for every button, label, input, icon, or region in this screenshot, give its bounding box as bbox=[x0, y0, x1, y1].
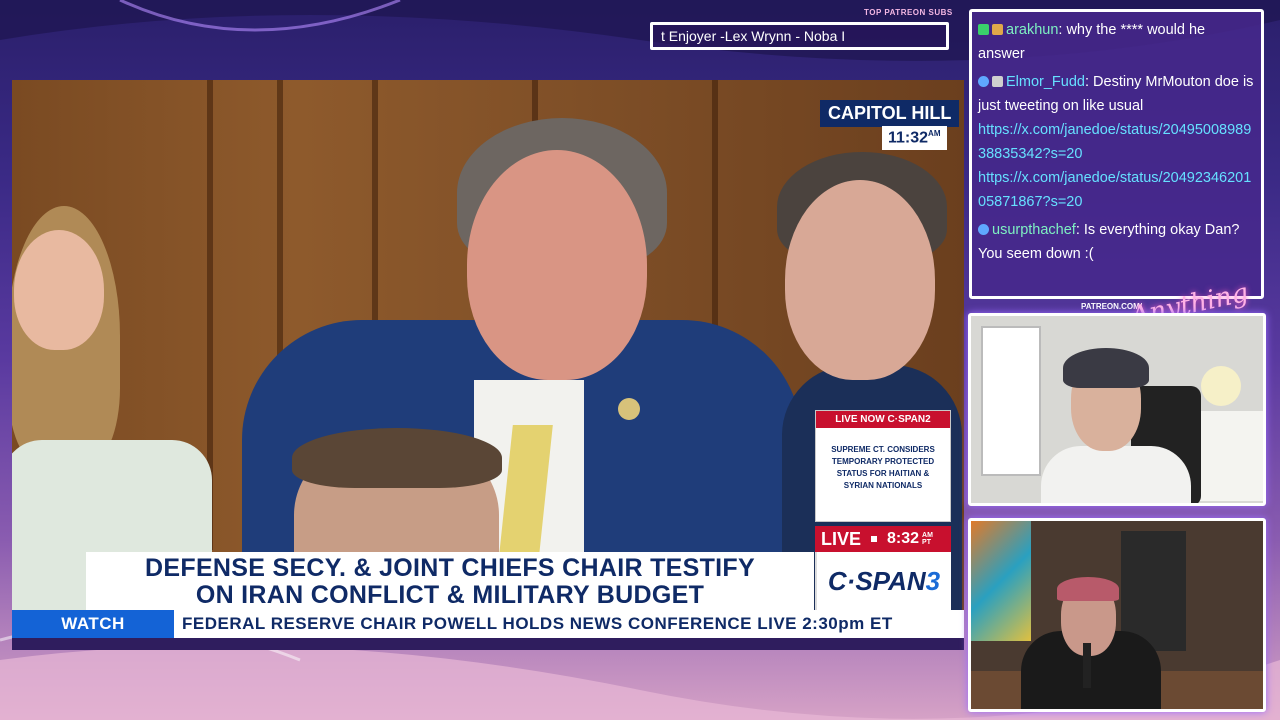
live-timezone: AM PT bbox=[922, 532, 933, 546]
live-time: 8:32 bbox=[887, 530, 920, 547]
chat-message: Elmor_Fudd: Destiny MrMouton doe is just… bbox=[978, 70, 1255, 214]
live-label: LIVE bbox=[821, 528, 862, 549]
chat-message: usurpthachef: Is everything okay Dan? Yo… bbox=[978, 218, 1255, 266]
mural bbox=[971, 521, 1031, 641]
webcam-host bbox=[968, 313, 1266, 506]
door bbox=[981, 326, 1041, 476]
sub-badge-icon bbox=[992, 24, 1003, 35]
broadcast-video: CAPITOL HILL 11:32AM LIVE NOW C·SPAN2 SU… bbox=[12, 80, 964, 650]
cap-icon bbox=[1057, 577, 1119, 601]
live-now-text: SUPREME CT. CONSIDERS TEMPORARY PROTECTE… bbox=[831, 445, 935, 490]
prime-badge-icon bbox=[978, 76, 989, 87]
chat-link[interactable]: https://x.com/janedoe/status/20495008989… bbox=[978, 118, 1255, 166]
mod-badge-icon bbox=[978, 24, 989, 35]
chat-link[interactable]: https://x.com/janedoe/status/20492346201… bbox=[978, 166, 1255, 214]
headline-line2: ON IRAN CONFLICT & MILITARY BUDGET bbox=[195, 581, 705, 609]
host-body bbox=[1041, 446, 1191, 503]
chat-panel: arakhun: why the **** would he answer El… bbox=[969, 9, 1264, 299]
local-time: 11:32AM bbox=[882, 126, 947, 151]
live-indicator: LIVE 8:32 AM PT bbox=[815, 526, 951, 552]
live-now-panel: LIVE NOW C·SPAN2 SUPREME CT. CONSIDERS T… bbox=[815, 410, 951, 522]
patreon-ticker: t Enjoyer -Lex Wrynn - Noba I bbox=[650, 22, 949, 50]
microphone-icon bbox=[1083, 643, 1091, 688]
live-dot-icon bbox=[871, 536, 878, 542]
patreon-subs-label: TOP PATREON SUBS bbox=[864, 8, 953, 17]
location-tag: CAPITOL HILL bbox=[820, 100, 960, 127]
cspan3-logo: C·SPAN 3 bbox=[815, 552, 951, 610]
headline-chyron: DEFENSE SECY. & JOINT CHIEFS CHAIR TESTI… bbox=[86, 552, 814, 610]
watch-label: WATCH bbox=[12, 610, 174, 638]
link-badge-icon bbox=[992, 76, 1003, 87]
watch-ticker: WATCH FEDERAL RESERVE CHAIR POWELL HOLDS… bbox=[12, 610, 964, 638]
headline-line1: DEFENSE SECY. & JOINT CHIEFS CHAIR TESTI… bbox=[145, 554, 755, 582]
headphones-icon bbox=[1063, 348, 1149, 388]
dresser bbox=[1196, 411, 1263, 501]
watch-text: FEDERAL RESERVE CHAIR POWELL HOLDS NEWS … bbox=[174, 610, 964, 638]
prime-badge-icon bbox=[978, 224, 989, 235]
lamp bbox=[1201, 366, 1241, 406]
chat-username: arakhun bbox=[1006, 22, 1059, 38]
chat-username: usurpthachef bbox=[992, 222, 1076, 238]
chat-username: Elmor_Fudd bbox=[1006, 74, 1085, 90]
live-now-header: LIVE NOW C·SPAN2 bbox=[816, 411, 950, 428]
bottom-strip bbox=[12, 638, 964, 650]
webcam-guest bbox=[968, 518, 1266, 712]
chat-message: arakhun: why the **** would he answer bbox=[978, 18, 1255, 66]
